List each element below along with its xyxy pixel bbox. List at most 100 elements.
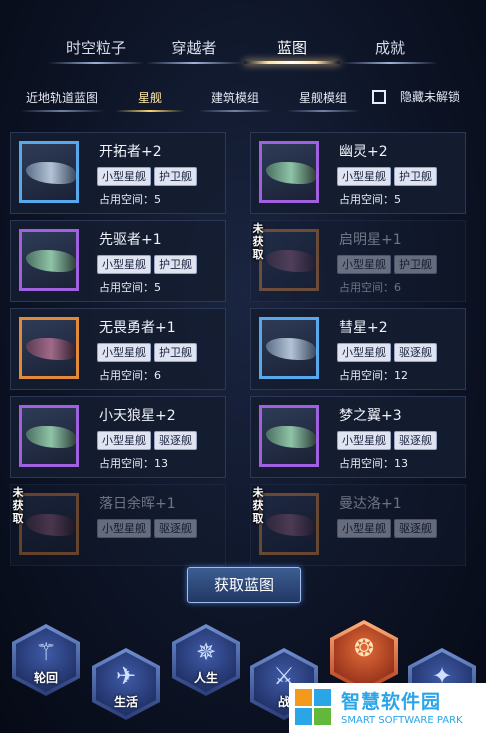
nav-life[interactable]: ✈ 生活 <box>92 648 160 720</box>
ship-card[interactable]: 曼达洛+1 小型星舰 驱逐舰 <box>250 484 466 566</box>
ship-card[interactable]: 彗星+2 小型星舰 驱逐舰 占用空间：12 <box>250 308 466 390</box>
ship-tags: 小型星舰 护卫舰 <box>97 165 200 186</box>
nav-label: 轮回 <box>33 671 58 685</box>
ship-name: 彗星+2 <box>339 320 388 336</box>
ship-portrait <box>259 141 319 203</box>
ship-tags: 小型星舰 护卫舰 <box>97 253 200 274</box>
ship-tag: 小型星舰 <box>97 255 151 274</box>
ship-card[interactable]: 先驱者+1 小型星舰 护卫舰占用空间：5 <box>10 220 226 302</box>
ship-tag: 小型星舰 <box>337 431 391 450</box>
ship-card[interactable]: 梦之翼+3 小型星舰 驱逐舰占用空间：13 <box>250 396 466 478</box>
ship-name: 开拓者+2 <box>99 144 162 160</box>
nav-blueprints[interactable]: ❂ <box>330 620 398 692</box>
starship-icon <box>26 514 76 536</box>
subtab-starships[interactable]: 星舰 <box>110 84 190 112</box>
ship-space: 占用空间：5 <box>99 281 161 294</box>
ship-portrait <box>19 405 79 467</box>
ship-name: 先驱者+1 <box>99 232 162 248</box>
ship-tag: 护卫舰 <box>154 343 197 362</box>
book-wing-icon: ✈ <box>115 662 137 690</box>
ship-tag: 驱逐舰 <box>394 343 437 362</box>
ship-tag: 驱逐舰 <box>394 519 437 538</box>
starship-icon <box>266 514 316 536</box>
ship-name: 启明星+1 <box>339 232 402 248</box>
ship-tags: 小型星舰 驱逐舰 <box>97 429 200 450</box>
tab-blueprints[interactable]: 蓝图 <box>244 30 340 66</box>
ship-tags: 小型星舰 驱逐舰 <box>337 341 440 362</box>
subtab-ship-modules[interactable]: 星舰模组 <box>280 84 366 112</box>
starship-icon <box>266 162 316 184</box>
ship-card[interactable]: 小天狼星+2 小型星舰 驱逐舰 占用空间：13 <box>10 396 226 478</box>
ship-space: 占用空间：5 <box>99 193 161 206</box>
starship-icon <box>266 426 316 448</box>
ship-name: 梦之翼+3 <box>339 408 402 424</box>
ship-portrait <box>19 141 79 203</box>
locked-badge: 未获取 <box>252 486 264 525</box>
locked-badge: 未获取 <box>12 486 24 525</box>
tab-achievements[interactable]: 成就 <box>342 30 438 66</box>
ship-name: 落日余晖+1 <box>99 496 176 512</box>
ship-space: 占用空间：6 <box>99 369 161 382</box>
subtab-label: 建筑模组 <box>210 91 259 105</box>
starship-icon <box>26 162 76 184</box>
tab-travelers[interactable]: 穿越者 <box>146 30 242 66</box>
ship-tag: 小型星舰 <box>337 255 391 274</box>
ship-card[interactable]: 开拓者+2 小型星舰 护卫舰占用空间：5 <box>10 132 226 214</box>
dna-helix-icon: ⚚ <box>35 638 57 666</box>
tab-label: 穿越者 <box>171 39 217 57</box>
starship-icon <box>266 338 316 360</box>
ship-card[interactable]: 幽灵+2 小型星舰 护卫舰占用空间：5 <box>250 132 466 214</box>
ship-tags: 小型星舰 护卫舰 <box>337 253 440 274</box>
nav-label: 人生 <box>193 671 218 685</box>
ship-tag: 小型星舰 <box>97 519 151 538</box>
tab-spacetime-particles[interactable]: 时空粒子 <box>48 30 144 66</box>
ship-tag: 驱逐舰 <box>154 431 197 450</box>
subtab-building-modules[interactable]: 建筑模组 <box>192 84 278 112</box>
get-blueprint-button[interactable]: 获取蓝图 <box>187 567 301 603</box>
subtab-label: 近地轨道蓝图 <box>25 91 98 105</box>
top-tab-bar: 时空粒子 穿越者 蓝图 成就 <box>0 30 486 70</box>
starship-icon <box>26 250 76 272</box>
blueprint-emblem-icon: ❂ <box>353 634 375 662</box>
ship-name: 幽灵+2 <box>339 144 388 160</box>
nav-reincarnation[interactable]: ⚚ 轮回 <box>12 624 80 696</box>
ship-space: 占用空间：6 <box>339 281 401 294</box>
ship-card[interactable]: 无畏勇者+1 小型星舰 护卫舰占用空间：6 <box>10 308 226 390</box>
ship-tags: 小型星舰 护卫舰 <box>337 165 440 186</box>
ship-portrait <box>259 493 319 555</box>
ship-tag: 护卫舰 <box>154 255 197 274</box>
ship-name: 无畏勇者+1 <box>99 320 176 336</box>
ship-tag: 小型星舰 <box>337 519 391 538</box>
ship-tag: 小型星舰 <box>97 167 151 186</box>
ship-tag: 驱逐舰 <box>154 519 197 538</box>
watermark-brand-en: SMART SOFTWARE PARK <box>341 715 463 726</box>
ship-card[interactable]: 启明星+1 小型星舰 护卫舰占用空间：6 <box>250 220 466 302</box>
ship-portrait <box>259 405 319 467</box>
nav-label: 生活 <box>113 695 138 709</box>
nav-life-path[interactable]: ✵ 人生 <box>172 624 240 696</box>
wings-crest-icon: ✵ <box>195 638 217 666</box>
ship-portrait <box>259 229 319 291</box>
ship-tag: 小型星舰 <box>97 343 151 362</box>
ship-portrait <box>259 317 319 379</box>
ship-space: 占用空间：5 <box>339 193 401 206</box>
ship-tags: 小型星舰 驱逐舰 <box>337 517 440 538</box>
starship-icon <box>26 338 76 360</box>
subtab-orbit-blueprints[interactable]: 近地轨道蓝图 <box>14 84 110 112</box>
hide-locked-checkbox[interactable] <box>372 90 386 104</box>
ship-space: 占用空间：13 <box>339 457 408 470</box>
hide-locked-label: 隐藏未解锁 <box>400 90 461 104</box>
tab-label: 时空粒子 <box>65 39 126 57</box>
ship-tags: 小型星舰 驱逐舰 <box>337 429 440 450</box>
locked-badge: 未获取 <box>252 222 264 261</box>
starship-icon <box>26 426 76 448</box>
subtab-label: 星舰模组 <box>298 91 347 105</box>
watermark: 智慧软件园 SMART SOFTWARE PARK <box>289 683 486 733</box>
ship-tag: 护卫舰 <box>394 255 437 274</box>
ship-tag: 小型星舰 <box>337 167 391 186</box>
ship-portrait <box>19 317 79 379</box>
ship-name: 小天狼星+2 <box>99 408 176 424</box>
ship-tag: 小型星舰 <box>337 343 391 362</box>
ship-card[interactable]: 落日余晖+1 小型星舰 驱逐舰 <box>10 484 226 566</box>
tab-label: 成就 <box>374 39 405 57</box>
